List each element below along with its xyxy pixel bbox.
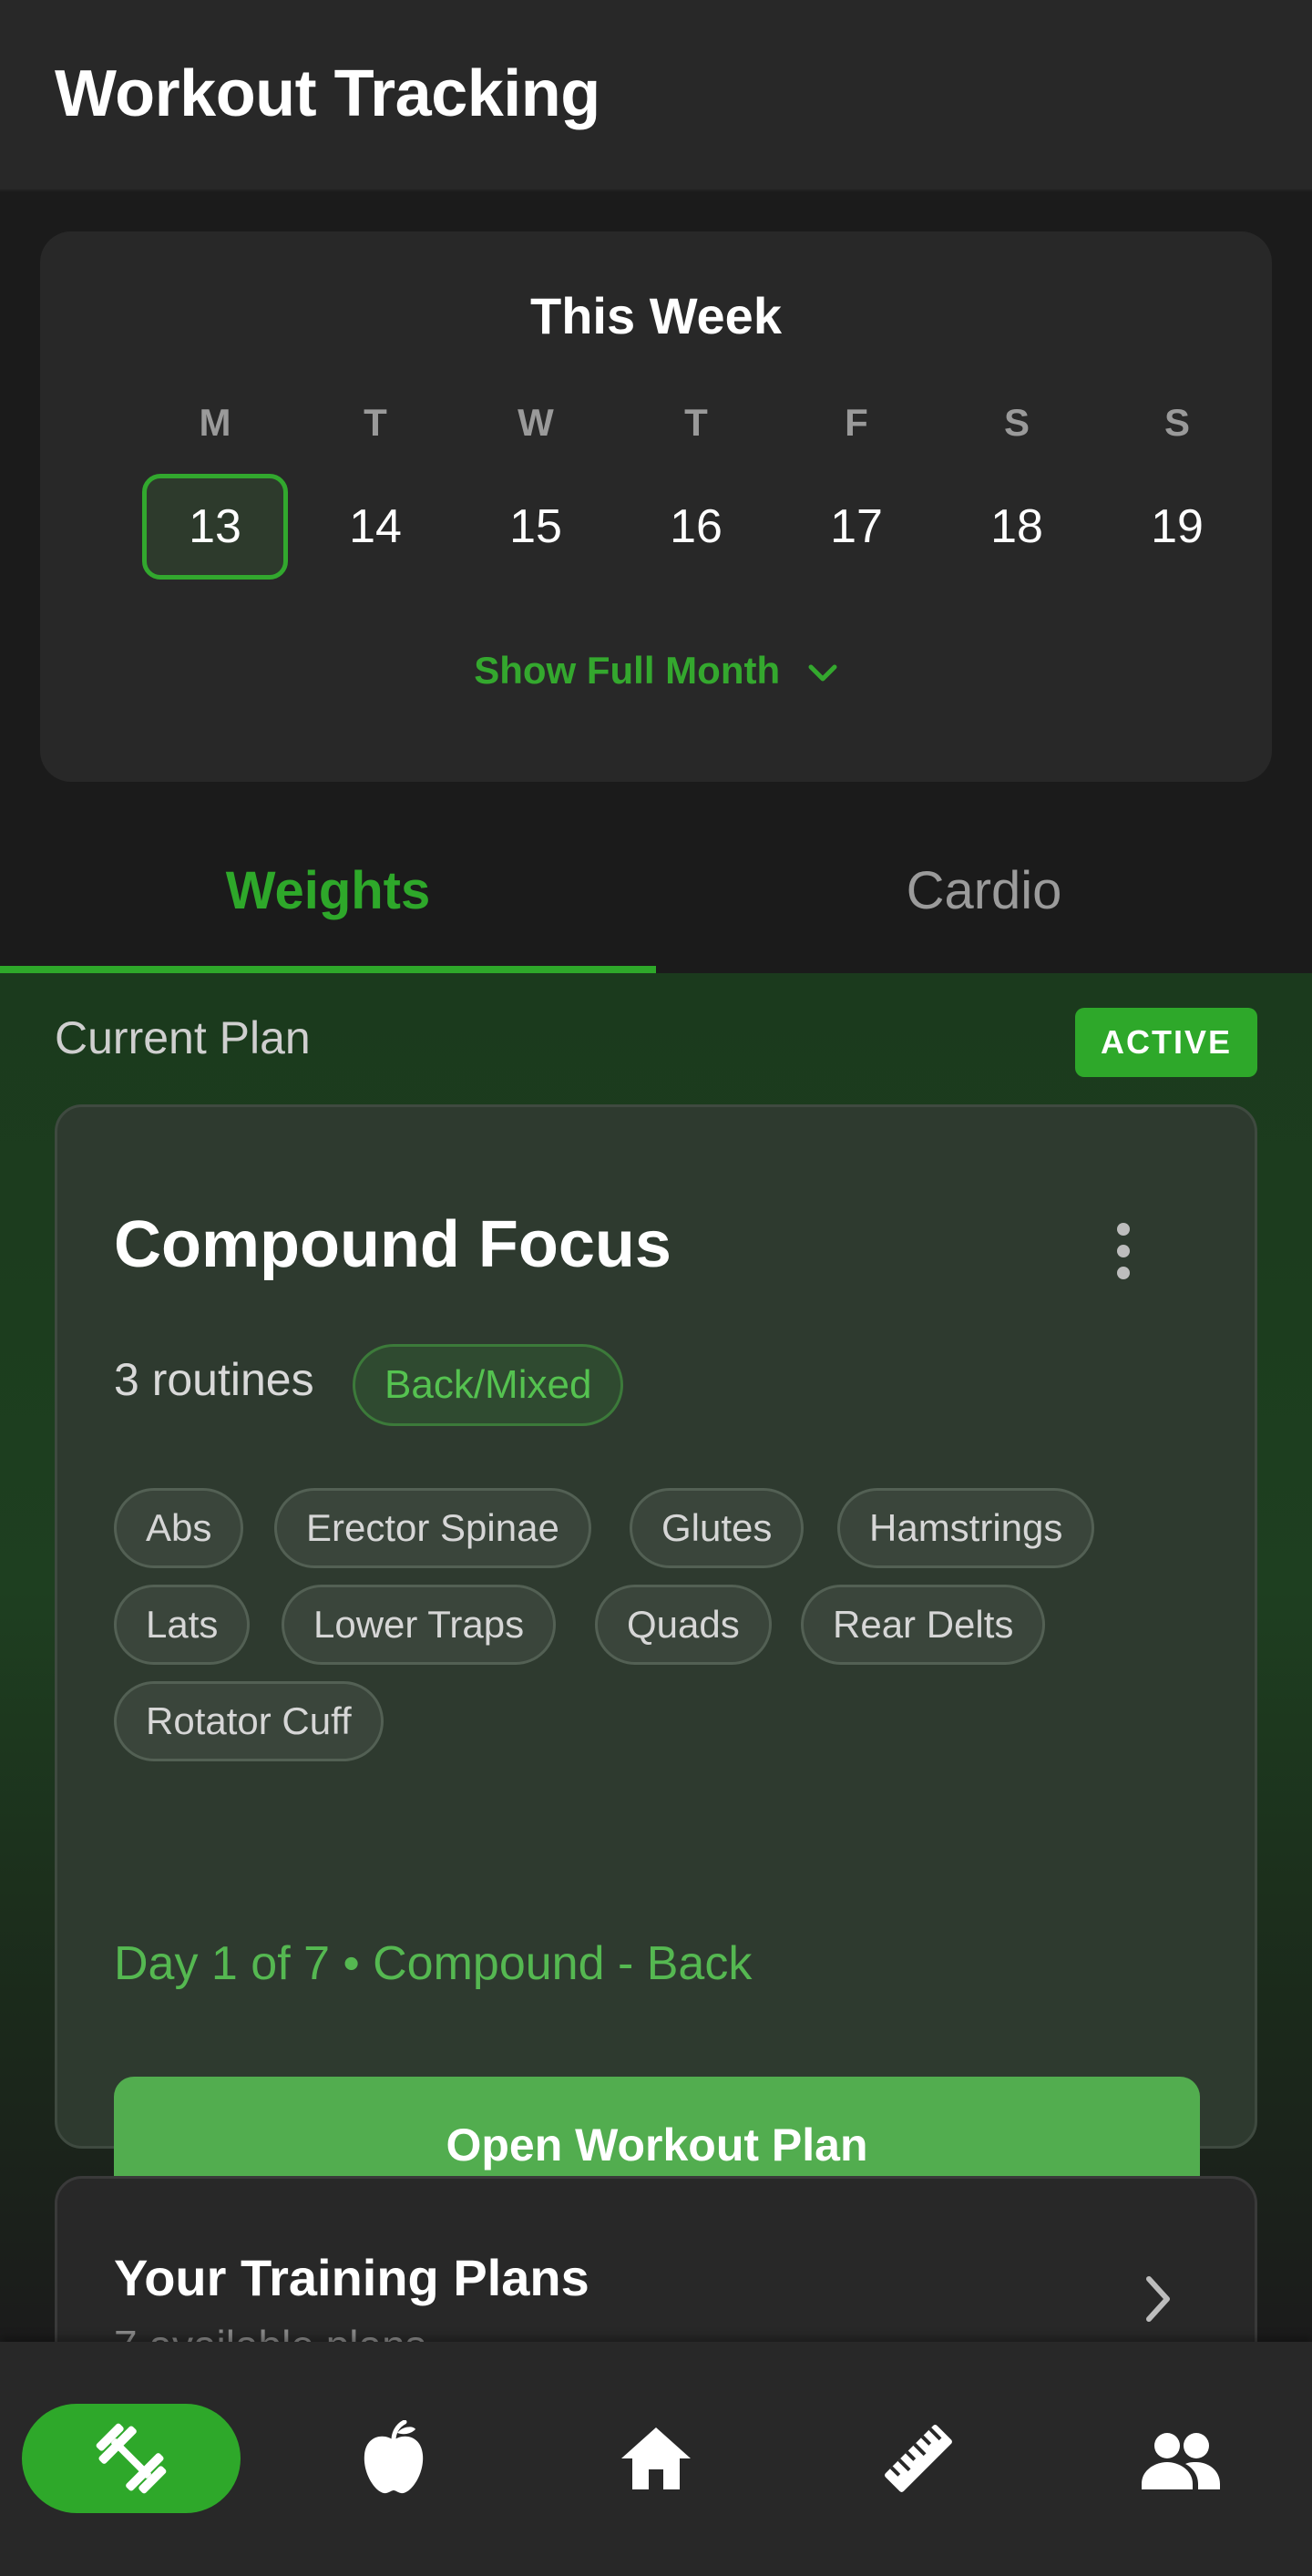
muscle-tag: Quads [595, 1585, 772, 1665]
ruler-icon [885, 2425, 952, 2492]
dumbbell-icon [96, 2423, 167, 2494]
apple-icon [364, 2420, 424, 2494]
calendar-date[interactable]: 18 [944, 474, 1090, 580]
status-badge: ACTIVE [1075, 1008, 1257, 1077]
page-title: Workout Tracking [55, 57, 600, 130]
weekday-label: S [1003, 401, 1030, 444]
muscle-tag: Lower Traps [282, 1585, 557, 1665]
tab-active-indicator [0, 966, 656, 973]
calendar-date[interactable]: 14 [302, 474, 448, 580]
week-calendar-card: This Week M T W T F S S 13 14 15 16 17 1… [40, 231, 1272, 782]
plan-name: Compound Focus [114, 1208, 671, 1281]
nav-nutrition[interactable] [284, 2404, 503, 2513]
day-progress-text: Day 1 of 7 • Compound - Back [114, 1937, 753, 1990]
week-title: This Week [530, 287, 782, 344]
calendar-date-selected[interactable]: 13 [142, 474, 288, 580]
show-full-month-label: Show Full Month [474, 649, 781, 692]
muscle-tag: Rear Delts [801, 1585, 1046, 1665]
muscle-tag: Lats [114, 1585, 251, 1665]
chevron-down-icon [808, 664, 837, 682]
tab-weights[interactable]: Weights [0, 820, 656, 973]
muscle-tag: Erector Spinae [274, 1488, 591, 1568]
weights-content: Current Plan ACTIVE Compound Focus 3 rou… [0, 973, 1312, 2395]
category-tag: Back/Mixed [353, 1344, 624, 1426]
tab-cardio[interactable]: Cardio [656, 820, 1312, 973]
weekday-label: S [1163, 401, 1190, 444]
muscle-tag: Hamstrings [837, 1488, 1095, 1568]
calendar-date[interactable]: 19 [1104, 474, 1250, 580]
nav-home[interactable] [547, 2404, 765, 2513]
nav-measurements[interactable] [809, 2404, 1028, 2513]
bottom-navigation [0, 2342, 1312, 2576]
routines-count: 3 routines [114, 1354, 314, 1405]
weekday-label: M [199, 401, 231, 444]
nav-workouts[interactable] [22, 2404, 241, 2513]
weekday-label: T [364, 401, 387, 444]
app-header: Workout Tracking [0, 0, 1312, 191]
calendar-date[interactable]: 15 [463, 474, 609, 580]
calendar-date[interactable]: 17 [784, 474, 929, 580]
muscle-tag: Abs [114, 1488, 244, 1568]
people-icon [1142, 2433, 1220, 2489]
weekday-label: T [684, 401, 708, 444]
more-options-icon[interactable] [1096, 1215, 1151, 1288]
muscle-tag: Rotator Cuff [114, 1681, 384, 1761]
muscle-tag: Glutes [630, 1488, 805, 1568]
weekday-label: W [518, 401, 554, 444]
tab-bar: Weights Cardio [0, 820, 1312, 973]
nav-community[interactable] [1071, 2404, 1290, 2513]
current-plan-card[interactable]: Compound Focus 3 routines Back/Mixed Abs… [55, 1104, 1257, 2213]
home-icon [621, 2427, 691, 2489]
weekday-label: F [845, 401, 868, 444]
training-plans-title: Your Training Plans [114, 2249, 589, 2306]
calendar-date[interactable]: 16 [623, 474, 769, 580]
current-plan-label: Current Plan [55, 1012, 311, 1063]
show-full-month-button[interactable]: Show Full Month [40, 649, 1272, 693]
chevron-right-icon [1146, 2276, 1170, 2322]
